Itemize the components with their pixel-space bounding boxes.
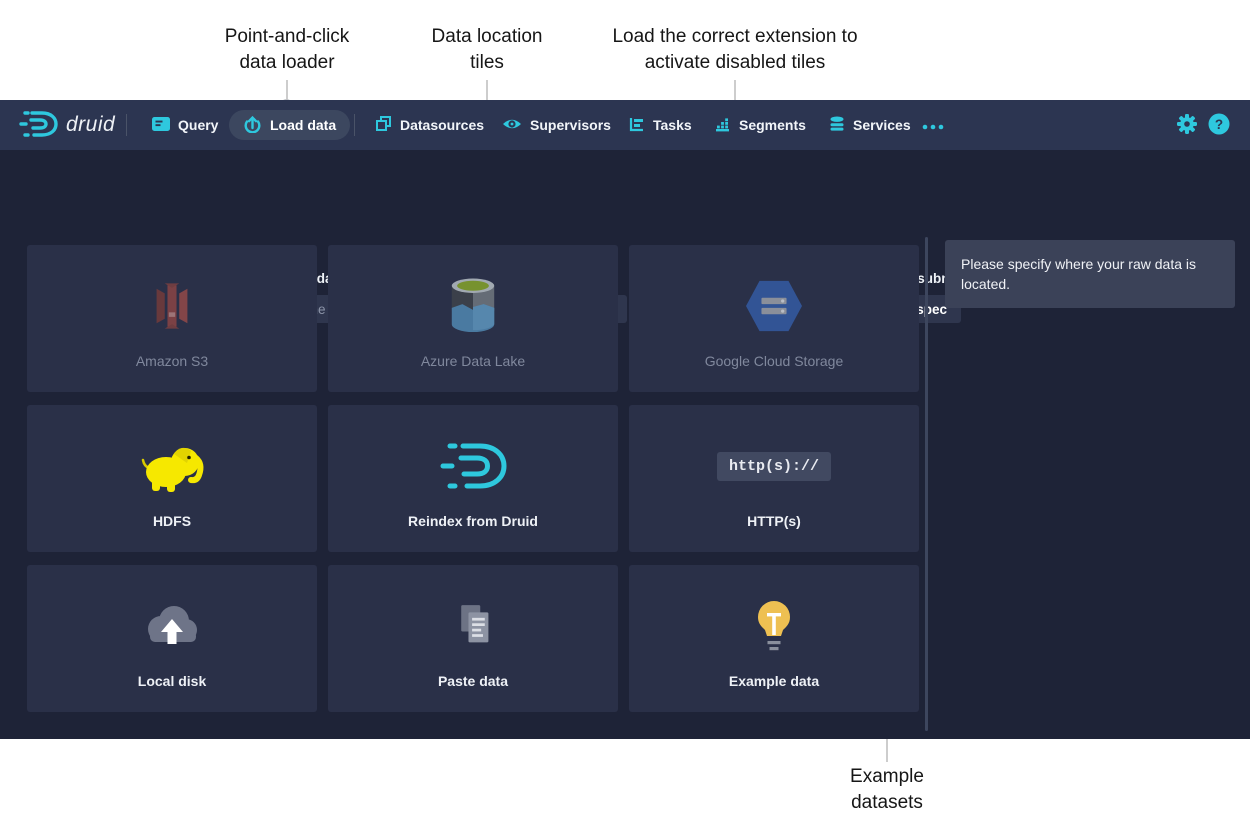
tile-label: Amazon S3	[136, 353, 208, 369]
help-icon: ?	[1208, 113, 1230, 138]
druid-logo-text: druid	[66, 113, 115, 137]
tile-reindex-from-druid[interactable]: Reindex from Druid	[328, 405, 618, 552]
cloud-upload-icon	[140, 590, 204, 662]
druid-mark-icon	[438, 430, 508, 502]
raw-data-location-callout: Please specify where your raw data is lo…	[945, 240, 1235, 308]
load-data-icon	[243, 115, 262, 136]
settings-button[interactable]	[1176, 100, 1198, 150]
tile-google-cloud-storage[interactable]: Google Cloud Storage	[629, 245, 919, 392]
annotation-line-2: datasets	[850, 790, 924, 816]
more-menu[interactable]	[922, 100, 944, 150]
tile-label: HDFS	[153, 513, 191, 529]
nav-item-label: Supervisors	[530, 117, 611, 133]
datasources-icon	[375, 115, 392, 135]
nav-item-load-data[interactable]: Load data	[229, 110, 350, 140]
hadoop-elephant-icon	[136, 430, 208, 502]
clipboard-icon	[444, 590, 502, 662]
tile-grid-scrollbar[interactable]	[925, 237, 928, 731]
annotation-callout-line	[286, 80, 288, 101]
annotation-example-datasets: Example datasets	[850, 764, 924, 816]
more-menu-icon	[922, 117, 944, 133]
tile-label: Reindex from Druid	[408, 513, 538, 529]
nav-item-label: Services	[853, 117, 911, 133]
annotation-line-2: activate disabled tiles	[612, 50, 857, 76]
nav-item-label: Tasks	[653, 117, 692, 133]
svg-text:?: ?	[1215, 116, 1223, 131]
http-scheme-icon: http(s)://	[717, 430, 831, 502]
gear-icon	[1176, 113, 1198, 138]
annotation-line-1: Example	[850, 764, 924, 790]
tile-label: Azure Data Lake	[421, 353, 525, 369]
tile-paste-data[interactable]: Paste data	[328, 565, 618, 712]
http-chip-text: http(s)://	[717, 452, 831, 481]
tasks-icon	[629, 116, 645, 135]
segments-icon	[714, 116, 731, 135]
tile-label: Example data	[729, 673, 819, 689]
tile-local-disk[interactable]: Local disk	[27, 565, 317, 712]
nav-divider	[126, 114, 127, 136]
tile-label: Local disk	[138, 673, 206, 689]
annotation-point-and-click: Point-and-click data loader	[225, 24, 350, 76]
lightbulb-icon	[742, 590, 806, 662]
tile-hdfs[interactable]: HDFS	[27, 405, 317, 552]
nav-divider	[354, 114, 355, 136]
druid-console: druid Query Load data	[0, 100, 1250, 739]
tile-label: Paste data	[438, 673, 508, 689]
tile-amazon-s3[interactable]: Amazon S3	[27, 245, 317, 392]
tile-https[interactable]: http(s):// HTTP(s)	[629, 405, 919, 552]
druid-logo-icon	[18, 107, 58, 144]
nav-item-label: Segments	[739, 117, 806, 133]
services-icon	[829, 116, 845, 135]
annotation-line-2: tiles	[432, 50, 543, 76]
nav-item-label: Load data	[270, 117, 336, 133]
annotation-line-1: Load the correct extension to	[612, 24, 857, 50]
callout-message: Please specify where your raw data is lo…	[961, 256, 1196, 292]
tile-label: HTTP(s)	[747, 513, 801, 529]
tile-example-data[interactable]: Example data	[629, 565, 919, 712]
nav-item-tasks[interactable]: Tasks	[629, 100, 692, 150]
google-cloud-storage-icon	[743, 270, 805, 342]
druid-logo[interactable]: druid	[18, 100, 115, 150]
help-button[interactable]: ?	[1208, 100, 1230, 150]
annotation-line-1: Point-and-click	[225, 24, 350, 50]
amazon-s3-icon	[143, 270, 201, 342]
nav-item-label: Query	[178, 117, 218, 133]
annotation-line-1: Data location	[432, 24, 543, 50]
annotation-load-extension: Load the correct extension to activate d…	[612, 24, 857, 76]
nav-item-segments[interactable]: Segments	[714, 100, 806, 150]
nav-item-supervisors[interactable]: Supervisors	[502, 100, 611, 150]
tile-label: Google Cloud Storage	[705, 353, 844, 369]
nav-item-services[interactable]: Services	[829, 100, 911, 150]
navbar: druid Query Load data	[0, 100, 1250, 150]
azure-data-lake-icon	[446, 270, 500, 342]
tile-azure-data-lake[interactable]: Azure Data Lake	[328, 245, 618, 392]
nav-item-label: Datasources	[400, 117, 484, 133]
query-icon	[152, 117, 170, 134]
supervisors-icon	[502, 117, 522, 134]
annotation-data-location: Data location tiles	[432, 24, 543, 76]
nav-item-datasources[interactable]: Datasources	[375, 100, 484, 150]
annotation-line-2: data loader	[225, 50, 350, 76]
nav-item-query[interactable]: Query	[152, 100, 218, 150]
